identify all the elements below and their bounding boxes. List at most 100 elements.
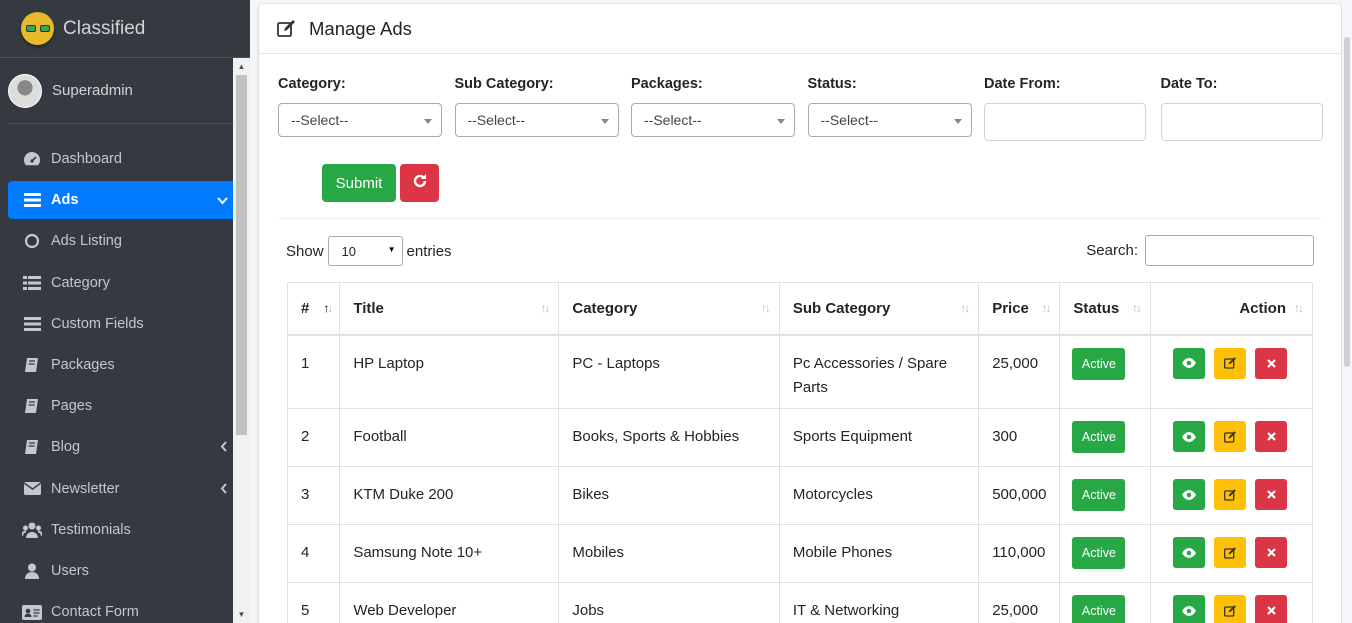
reset-button[interactable]: [400, 164, 439, 202]
entries-select[interactable]: 10: [327, 236, 403, 266]
sidebar-item-users[interactable]: Users: [8, 552, 242, 590]
user-panel[interactable]: Superadmin: [8, 58, 242, 124]
close-icon: [1266, 548, 1276, 557]
entries-length: Show 10 entries: [286, 236, 452, 266]
status-badge: Active: [1072, 347, 1126, 380]
sidebar-item-testimonials[interactable]: Testimonials: [8, 511, 242, 549]
brand[interactable]: Classified: [0, 0, 250, 58]
card-header: Manage Ads: [259, 4, 1341, 54]
status-badge: Active: [1072, 537, 1126, 569]
sort-icon: ↑↓: [960, 301, 970, 315]
view-button[interactable]: [1173, 479, 1205, 510]
delete-button[interactable]: [1255, 537, 1287, 568]
filter-date-to: Date To:: [1160, 76, 1338, 141]
delete-button[interactable]: [1255, 347, 1287, 379]
sort-icon: ↑↓: [1294, 301, 1304, 315]
view-button[interactable]: [1173, 537, 1205, 568]
sidebar-item-label: Contact Form: [51, 604, 139, 621]
refresh-icon: [412, 173, 428, 194]
col-header-title[interactable]: Title ↑↓: [339, 282, 560, 336]
sidebar-item-pages[interactable]: Pages: [8, 387, 242, 425]
sort-icon: ↑↓: [540, 301, 550, 315]
sidebar-item-ads-listing[interactable]: Ads Listing: [8, 222, 242, 260]
search-input[interactable]: [1145, 235, 1314, 266]
edit-button[interactable]: [1214, 421, 1246, 452]
col-header-category[interactable]: Category ↑↓: [558, 282, 780, 336]
user-icon: [22, 562, 42, 580]
view-button[interactable]: [1173, 595, 1205, 623]
delete-button[interactable]: [1255, 479, 1287, 510]
bars-icon: [22, 315, 42, 333]
view-button[interactable]: [1173, 421, 1205, 452]
cell-title: Football: [339, 408, 560, 467]
delete-button[interactable]: [1255, 421, 1287, 452]
sidebar-item-label: Pages: [51, 398, 93, 415]
sidebar-item-packages[interactable]: Packages: [8, 346, 242, 384]
edit-icon: [1223, 357, 1236, 369]
filter-date-from: Date From:: [984, 76, 1161, 141]
cell-number: 5: [286, 582, 341, 623]
filter-category: Category: --Select--: [278, 76, 455, 141]
edit-icon: [1223, 546, 1236, 559]
cell-category: PC - Laptops: [558, 334, 780, 409]
edit-button[interactable]: [1214, 347, 1246, 379]
col-header-subcategory[interactable]: Sub Category ↑↓: [778, 282, 980, 336]
packages-select[interactable]: --Select--: [631, 103, 795, 137]
brand-name: Classified: [63, 17, 146, 39]
divider: [278, 218, 1321, 219]
category-select[interactable]: --Select--: [278, 103, 442, 137]
list-icon: [22, 274, 42, 292]
delete-button[interactable]: [1255, 595, 1287, 623]
edit-icon: [1223, 488, 1236, 501]
scroll-up-icon[interactable]: ▲: [233, 58, 250, 75]
table-header-row: # ↑↓ Title ↑↓ Category ↑↓ Sub Category ↑↓ Pr…: [286, 282, 1314, 336]
close-icon: [1266, 432, 1276, 441]
page-scrollbar-thumb[interactable]: [1344, 37, 1350, 367]
col-header-price[interactable]: Price ↑↓: [978, 282, 1061, 336]
filter-status: Status: --Select--: [807, 76, 985, 141]
page-scrollbar[interactable]: [1342, 0, 1352, 623]
sidebar-item-dashboard[interactable]: Dashboard: [8, 140, 242, 178]
col-header-action[interactable]: Action ↑↓: [1149, 282, 1314, 336]
sidebar-item-category[interactable]: Category: [8, 264, 242, 302]
chevron-down-icon: [217, 192, 228, 208]
sidebar-item-ads[interactable]: Ads: [8, 181, 242, 220]
edit-button[interactable]: [1214, 479, 1246, 510]
sidebar-scrollbar[interactable]: ▲ ▼: [233, 58, 250, 623]
sidebar-item-label: Blog: [51, 439, 81, 456]
filter-label: Category:: [278, 76, 346, 92]
filter-label: Date From:: [984, 76, 1061, 92]
date-to-input[interactable]: [1160, 103, 1323, 141]
cell-number: 4: [286, 524, 341, 583]
col-header-number[interactable]: # ↑↓: [286, 282, 341, 336]
cell-title: Samsung Note 10+: [339, 524, 560, 583]
user-name: Superadmin: [52, 82, 133, 99]
address-card-icon: [22, 603, 42, 621]
sidebar-item-label: Users: [51, 562, 89, 579]
submit-button[interactable]: Submit: [322, 164, 396, 202]
table-search: Search:: [1086, 235, 1314, 266]
scrollbar-thumb[interactable]: [236, 75, 247, 435]
view-button[interactable]: [1173, 347, 1205, 379]
cell-subcategory: IT & Networking: [778, 582, 980, 623]
avatar: [8, 73, 42, 108]
cell-subcategory: Motorcycles: [778, 466, 980, 525]
col-header-status[interactable]: Status ↑↓: [1059, 282, 1151, 336]
subcategory-select[interactable]: --Select--: [454, 103, 619, 137]
status-badge: Active: [1072, 421, 1126, 453]
sidebar-item-blog[interactable]: Blog: [8, 428, 242, 466]
sort-icon: ↑↓: [1131, 301, 1142, 315]
sidebar-item-contact-form[interactable]: Contact Form: [8, 593, 242, 623]
edit-button[interactable]: [1214, 537, 1246, 568]
book-icon: [22, 356, 42, 374]
table-row: 1 HP Laptop PC - Laptops Pc Accessories …: [286, 334, 1314, 409]
cell-status: Active: [1059, 334, 1151, 409]
sidebar-item-newsletter[interactable]: Newsletter: [8, 470, 242, 508]
edit-button[interactable]: [1214, 595, 1246, 623]
sidebar-item-label: Packages: [51, 356, 115, 373]
cell-number: 1: [286, 334, 341, 409]
date-from-input[interactable]: [984, 103, 1146, 141]
sidebar-item-custom-fields[interactable]: Custom Fields: [8, 305, 242, 343]
scroll-down-icon[interactable]: ▼: [233, 606, 250, 623]
status-select[interactable]: --Select--: [807, 103, 972, 137]
